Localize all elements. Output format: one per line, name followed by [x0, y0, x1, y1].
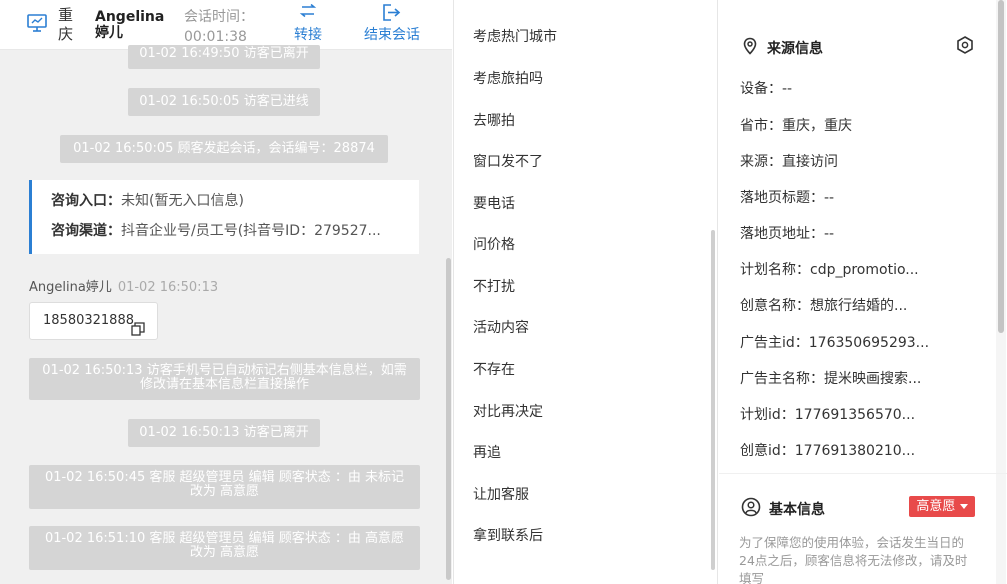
system-message: 01-02 16:51:10 客服 超级管理员 编辑 顾客状态 ：由 高意愿 改… [29, 526, 420, 570]
reply-item[interactable]: 窗口发不了 [473, 151, 543, 171]
transfer-button[interactable]: 转接 [291, 3, 325, 44]
visitor-city: 重庆 [58, 6, 74, 43]
customer-info-panel: 来源信息 设备：-- 省市：重庆，重庆 来源：直接访问 落地页标题：-- 落地页… [719, 0, 1007, 584]
consult-channel-value: 抖音企业号/员工号(抖音号ID：279527... [121, 223, 381, 239]
system-message: 01-02 16:50:13 访客手机号已自动标记右侧基本信息栏，如需修改请在基… [29, 358, 420, 400]
phone-number: 18580321888 [43, 313, 134, 328]
transfer-label: 转接 [294, 27, 322, 43]
user-circle-icon [741, 497, 769, 521]
monitor-icon [27, 14, 47, 36]
message-sender: Angelina婷儿 01-02 16:50:13 [29, 276, 218, 295]
reply-item[interactable]: 要电话 [473, 193, 515, 213]
quick-reply-list: · · · · · 考虑热门城市 考虑旅拍吗 去哪拍 窗口发不了 要电话 问价格… [453, 0, 718, 584]
source-info-header: 来源信息 [741, 37, 823, 59]
reply-item[interactable]: 问价格 [473, 234, 515, 254]
plan-name-row: 计划名称：cdp_promotio... [740, 262, 919, 278]
reply-item[interactable]: 对比再决定 [473, 401, 543, 421]
reply-item[interactable]: 活动内容 [473, 317, 529, 337]
info-scrollbar[interactable] [998, 0, 1004, 333]
visitor-name: Angelina婷儿 [95, 9, 165, 41]
system-message: 01-02 16:50:05 顾客发起会话，会话编号：28874 [60, 135, 388, 163]
message-time: 01-02 16:50:13 [117, 280, 219, 295]
landing-title-row: 落地页标题：-- [740, 190, 835, 206]
reply-item[interactable]: 拿到联系后 [473, 525, 543, 545]
reply-item[interactable]: 让加客服 [473, 484, 529, 504]
creative-name-row: 创意名称：想旅行结婚的... [740, 298, 908, 314]
province-row: 省市：重庆，重庆 [740, 118, 852, 134]
logout-icon [360, 4, 424, 24]
consult-entry-value: 未知(暂无入口信息) [121, 193, 244, 209]
reply-item[interactable]: 不打扰 [473, 276, 515, 296]
end-session-button[interactable]: 结束会话 [360, 4, 424, 44]
basic-info-header: 基本信息 [741, 497, 825, 521]
settings-hex-icon[interactable] [955, 35, 975, 59]
reply-list-scrollbar[interactable] [711, 230, 715, 570]
origin-row: 来源：直接访问 [740, 154, 838, 170]
creative-id-row: 创意id：177691380210... [740, 443, 916, 459]
chat-messages: 01-02 16:49:50 访客已离开 01-02 16:50:05 访客已进… [0, 45, 452, 584]
reply-item[interactable]: 考虑旅拍吗 [473, 68, 543, 88]
basic-info-title: 基本信息 [769, 502, 825, 518]
landing-url-row: 落地页地址：-- [740, 226, 835, 242]
phone-message-bubble[interactable]: 18580321888 [29, 302, 158, 340]
advertiser-name-row: 广告主名称：提米映画搜索... [740, 371, 922, 387]
system-message: 01-02 16:50:05 访客已进线 [128, 88, 320, 116]
system-message: 01-02 16:50:45 客服 超级管理员 编辑 顾客状态 ：由 未标记 改… [29, 465, 420, 509]
chat-scrollbar[interactable] [446, 258, 451, 580]
consult-info-card: 咨询入口：未知(暂无入口信息) 咨询渠道：抖音企业号/员工号(抖音号ID：279… [29, 180, 419, 254]
consult-channel-key: 咨询渠道： [51, 223, 121, 239]
status-badge[interactable]: 高意愿 [909, 496, 975, 517]
reply-item-partial[interactable]: · · · · · [473, 0, 513, 4]
reply-item[interactable]: 考虑热门城市 [473, 26, 557, 46]
transfer-icon [291, 3, 325, 24]
source-info-title: 来源信息 [767, 41, 823, 57]
system-message: 01-02 16:49:50 访客已离开 [128, 45, 320, 69]
session-time-label: 会话时间： [184, 9, 254, 25]
end-session-label: 结束会话 [364, 27, 420, 43]
device-row: 设备：-- [740, 81, 793, 97]
section-divider [719, 473, 1007, 474]
status-badge-label: 高意愿 [916, 499, 956, 514]
chat-panel: 重庆 Angelina婷儿 会话时间： 00:01:38 转接 结束会话 01-… [0, 0, 452, 584]
consult-entry-key: 咨询入口： [51, 193, 121, 209]
sender-name: Angelina婷儿 [29, 280, 112, 295]
reply-item[interactable]: 去哪拍 [473, 110, 515, 130]
copy-icon[interactable] [131, 315, 145, 351]
edit-notice: 为了保障您的使用体验，会话发生当日的24点之后，顾客信息将无法修改，请及时填写 [739, 535, 968, 584]
session-time: 00:01:38 [184, 29, 247, 45]
advertiser-id-row: 广告主id：176350695293... [740, 335, 930, 351]
system-message: 01-02 16:50:13 访客已离开 [128, 419, 320, 447]
session-header: 重庆 Angelina婷儿 会话时间： 00:01:38 转接 结束会话 [0, 0, 452, 50]
reply-item[interactable]: 不存在 [473, 359, 515, 379]
plan-id-row: 计划id：177691356570... [740, 407, 916, 423]
location-pin-icon [741, 37, 767, 59]
reply-item[interactable]: 再追 [473, 442, 501, 462]
caret-down-icon [959, 499, 968, 514]
